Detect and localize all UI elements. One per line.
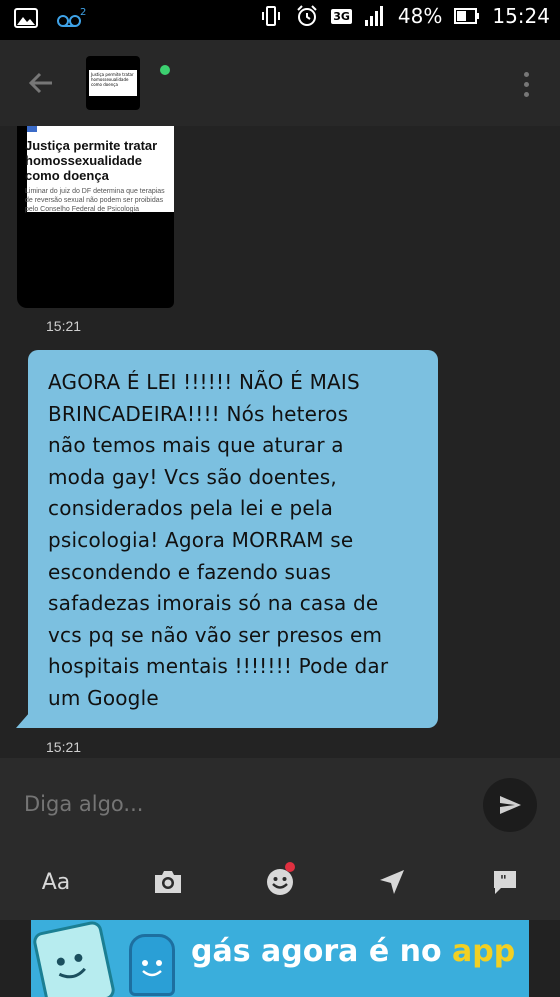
article-accent-bar <box>27 126 37 132</box>
navigation-arrow-icon <box>380 870 404 894</box>
ad-banner-content[interactable]: gás agora é no app <box>31 920 529 997</box>
signal-icon <box>364 6 383 26</box>
format-label: Aa <box>41 869 71 895</box>
status-right-icons: 3G 48% 15:24 <box>259 4 550 28</box>
avatar-article-preview: Justiça permite tratar homossexualidade … <box>89 70 137 96</box>
send-icon <box>500 796 521 814</box>
alarm-icon <box>297 5 317 26</box>
send-button[interactable] <box>483 778 537 832</box>
arrow-left-icon <box>28 72 52 94</box>
location-button[interactable] <box>367 860 417 904</box>
battery-percent: 48% <box>397 4 443 28</box>
ad-banner[interactable]: gás agora é no app <box>0 920 560 997</box>
status-bar: 2 3G 48% 15:24 <box>0 0 560 40</box>
message-timestamp: 15:21 <box>46 739 82 755</box>
voicemail-count: 2 <box>80 7 86 18</box>
ad-headline-accent: app <box>452 934 516 969</box>
voicemail-icon: 2 <box>57 7 86 27</box>
battery-icon <box>454 8 480 24</box>
article-screenshot: Justiça permite tratar homossexualidade … <box>25 126 174 213</box>
dot <box>523 81 529 87</box>
message-timestamp: 15:21 <box>46 318 82 334</box>
online-status-indicator <box>160 65 170 75</box>
notification-dot <box>285 862 295 872</box>
gas-tank-mascot-image <box>129 934 175 996</box>
phone-face-icon <box>56 953 86 979</box>
quick-reply-button[interactable]: " <box>480 860 530 904</box>
message-composer: Aa " <box>0 758 560 920</box>
article-subtitle: Liminar do juiz do DF determina que tera… <box>25 188 165 213</box>
chat-quote-icon: " <box>494 871 516 894</box>
svg-text:": " <box>500 874 507 889</box>
gas-tank-face-icon <box>142 960 162 977</box>
ad-headline: gás agora é no app <box>191 934 515 969</box>
ad-headline-main: gás agora é no <box>191 934 453 969</box>
clock: 15:24 <box>492 4 550 28</box>
image-message[interactable]: Justiça permite tratar homossexualidade … <box>17 126 174 308</box>
sticker-button[interactable] <box>255 860 305 904</box>
camera-icon <box>155 871 181 893</box>
vibrate-icon <box>262 6 281 26</box>
text-message-bubble[interactable]: AGORA É LEI !!!!!! NÃO É MAIS BRINCADEIR… <box>28 350 438 728</box>
article-title: Justiça permite tratar homossexualidade … <box>25 138 158 183</box>
chat-toolbar: Justiça permite tratar homossexualidade … <box>0 40 560 126</box>
gallery-icon <box>14 8 38 28</box>
chat-screen: 2 3G 48% 15:24 Justiça permite tratar ho… <box>0 0 560 997</box>
message-input[interactable] <box>24 788 464 820</box>
overflow-menu-button[interactable] <box>516 64 536 104</box>
message-text: AGORA É LEI !!!!!! NÃO É MAIS BRINCADEIR… <box>48 370 389 710</box>
dot <box>523 91 529 97</box>
dot <box>523 71 529 77</box>
camera-button[interactable] <box>143 860 193 904</box>
status-left-icons: 2 <box>14 6 86 30</box>
phone-mascot-image <box>31 920 117 997</box>
contact-avatar[interactable]: Justiça permite tratar homossexualidade … <box>86 56 140 110</box>
network-type-badge: 3G <box>331 8 352 24</box>
text-format-button[interactable]: Aa <box>31 860 81 904</box>
back-button[interactable] <box>22 63 62 103</box>
